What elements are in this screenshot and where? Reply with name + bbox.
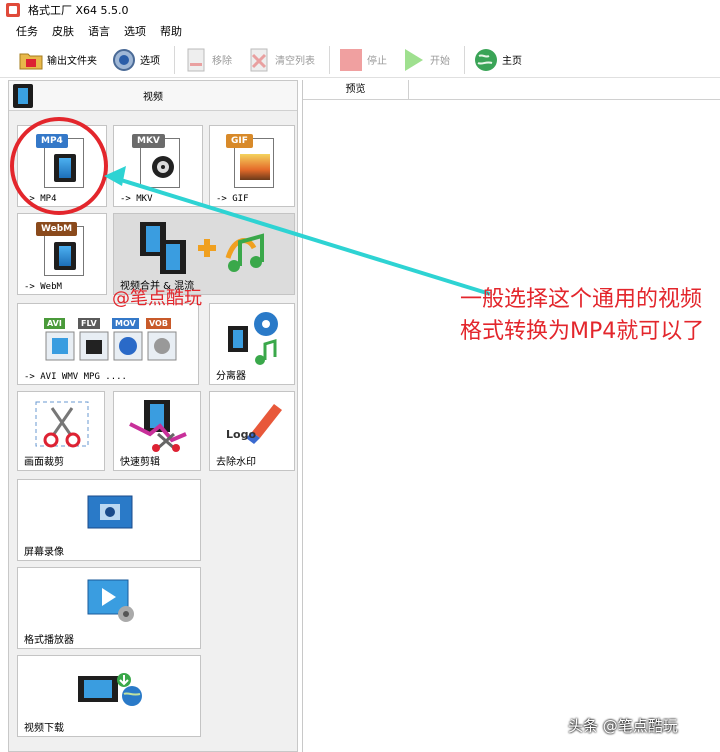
video-download-icon: [78, 673, 142, 706]
annotation-text: 一般选择这个通用的视频格式转换为MP4就可以了: [460, 287, 705, 344]
remove-label: 移除: [212, 56, 232, 67]
task-list-panel: 预览: [302, 80, 720, 752]
watermark-overlay: @笔点酷玩: [112, 288, 202, 309]
tile-splitter-label: 分离器: [216, 371, 246, 382]
clear-list-button[interactable]: 清空列表: [242, 45, 319, 75]
annotation-highlight-circle: [10, 117, 108, 215]
tile-to-avi-wmv-mpg-label: -> AVI WMV MPG ....: [24, 372, 127, 382]
tile-video-download-label: 视频下载: [24, 723, 64, 734]
screen-record-icon: [87, 495, 133, 529]
flv-tag: FLV: [78, 318, 100, 329]
menu-help[interactable]: 帮助: [160, 23, 182, 39]
tile-to-mkv[interactable]: MKV -> MKV: [113, 125, 203, 207]
tile-splitter[interactable]: 分离器: [209, 303, 295, 385]
title-bar: 格式工厂 X64 5.5.0: [0, 0, 720, 20]
player-icon: [87, 579, 134, 622]
webm-file-icon: WebM: [36, 222, 88, 280]
quick-cut-icon: [129, 400, 187, 452]
stop-icon: [338, 47, 364, 73]
output-folder-label: 输出文件夹: [47, 56, 97, 67]
toolbar: 输出文件夹 选项 移除 清空列表 停止 开始 主页: [0, 42, 720, 78]
globe-icon: [473, 47, 499, 73]
toolbar-separator: [329, 45, 330, 74]
menu-task[interactable]: 任务: [16, 23, 38, 39]
tile-quick-cut[interactable]: 快速剪辑: [113, 391, 201, 471]
video-panel-title: 视频: [143, 92, 163, 103]
toolbar-separator: [174, 45, 175, 74]
gif-file-icon: GIF: [226, 134, 278, 192]
tile-crop[interactable]: 画面裁剪: [17, 391, 105, 471]
play-icon: [401, 47, 427, 73]
format-factory-app-icon: [6, 3, 20, 17]
tile-video-download[interactable]: 视频下载: [17, 655, 201, 737]
stop-button[interactable]: 停止: [334, 45, 391, 75]
toolbar-separator: [464, 45, 465, 74]
mkv-tag: MKV: [132, 134, 165, 148]
mov-tag: MOV: [112, 318, 139, 329]
start-button[interactable]: 开始: [397, 45, 454, 75]
stop-label: 停止: [367, 56, 387, 67]
remove-document-icon: [183, 47, 209, 73]
tile-to-gif[interactable]: GIF -> GIF: [209, 125, 295, 207]
tile-crop-label: 画面裁剪: [24, 457, 64, 468]
tile-to-webm-label: -> WebM: [24, 282, 62, 292]
tile-to-webm[interactable]: WebM -> WebM: [17, 213, 107, 295]
tile-video-merge-mux[interactable]: 视频合并 & 混流: [113, 213, 295, 295]
vob-tag: VOB: [146, 318, 171, 329]
options-label: 选项: [140, 56, 160, 67]
window-title: 格式工厂 X64 5.5.0: [28, 4, 129, 17]
avi-tag: AVI: [44, 318, 65, 329]
output-folder-button[interactable]: 输出文件夹: [14, 45, 101, 75]
tile-screen-record-label: 屏幕录像: [24, 547, 64, 558]
app-window: 格式工厂 X64 5.5.0 任务 皮肤 语言 选项 帮助 输出文件夹 选项 移…: [0, 0, 720, 752]
menu-skin[interactable]: 皮肤: [52, 23, 74, 39]
splitter-icon: [228, 312, 278, 365]
gif-tag: GIF: [226, 134, 253, 148]
clear-list-icon: [246, 47, 272, 73]
webm-tag: WebM: [36, 222, 78, 236]
folder-icon: [18, 47, 44, 73]
mkv-file-icon: MKV: [132, 134, 184, 192]
clear-list-label: 清空列表: [275, 56, 315, 67]
tile-screen-record[interactable]: 屏幕录像: [17, 479, 201, 561]
eraser-icon: [246, 404, 282, 444]
preview-column-header[interactable]: 预览: [303, 80, 409, 100]
start-label: 开始: [430, 56, 450, 67]
home-button[interactable]: 主页: [469, 45, 526, 75]
tile-to-avi-wmv-mpg[interactable]: AVI FLV MOV VOB -> AVI WMV MPG ....: [17, 303, 199, 385]
crop-scissors-icon: [35, 401, 89, 448]
tile-remove-watermark-label: 去除水印: [216, 457, 256, 468]
home-label: 主页: [502, 56, 522, 67]
task-list-header: 预览: [303, 80, 720, 100]
menu-language[interactable]: 语言: [88, 23, 110, 39]
tile-remove-watermark[interactable]: Logo 去除水印: [209, 391, 295, 471]
tile-format-player[interactable]: 格式播放器: [17, 567, 201, 649]
menu-options[interactable]: 选项: [124, 23, 146, 39]
footer-watermark: 头条 @笔点酷玩: [568, 717, 678, 735]
logo-text-graphic: Logo: [226, 428, 256, 441]
tile-quick-cut-label: 快速剪辑: [120, 457, 160, 468]
remove-button[interactable]: 移除: [179, 45, 236, 75]
tile-to-mkv-label: -> MKV: [120, 194, 153, 204]
tile-to-gif-label: -> GIF: [216, 194, 249, 204]
merge-films-music-icon: [140, 222, 264, 274]
video-panel-header[interactable]: 视频: [9, 81, 297, 111]
tile-format-player-label: 格式播放器: [24, 635, 74, 646]
options-button[interactable]: 选项: [107, 45, 164, 75]
menu-bar: 任务 皮肤 语言 选项 帮助: [0, 20, 720, 42]
options-gear-icon: [111, 47, 137, 73]
